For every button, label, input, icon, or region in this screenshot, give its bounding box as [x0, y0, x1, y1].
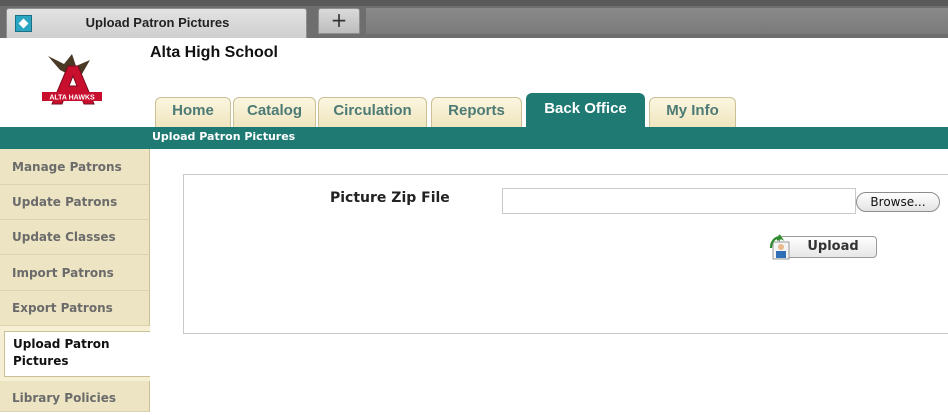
tab-reports[interactable]: Reports: [431, 97, 522, 127]
tab-strip-fill: [366, 8, 948, 34]
tab-circulation[interactable]: Circulation: [318, 97, 427, 127]
new-tab-button[interactable]: +: [318, 8, 360, 34]
sidebar-item-upload-patron-pictures[interactable]: Upload Patron Pictures: [4, 331, 150, 377]
svg-text:ALTA HAWKS: ALTA HAWKS: [49, 95, 95, 102]
school-name: Alta High School: [150, 44, 278, 61]
picture-zip-file-label: Picture Zip File: [330, 190, 450, 206]
tab-back-office[interactable]: Back Office: [526, 93, 645, 127]
upload-button-label: Upload: [779, 236, 877, 258]
sidebar-item-library-policies[interactable]: Library Policies: [0, 381, 150, 412]
tab-home[interactable]: Home: [155, 97, 231, 127]
browse-button[interactable]: Browse...: [856, 192, 940, 212]
tab-catalog[interactable]: Catalog: [233, 97, 316, 127]
sub-nav-upload-patron-pictures[interactable]: Upload Patron Pictures: [152, 130, 295, 143]
picture-zip-file-input[interactable]: [502, 188, 856, 214]
sidebar-item-label: Upload Patron Pictures: [13, 337, 110, 368]
sidebar-item-export-patrons[interactable]: Export Patrons: [0, 291, 150, 326]
school-logo: ALTA HAWKS: [42, 54, 102, 105]
browser-tab-title: Upload Patron Pictures: [85, 15, 230, 30]
sidebar-item-import-patrons[interactable]: Import Patrons: [0, 255, 150, 291]
sidebar-item-manage-patrons[interactable]: Manage Patrons: [0, 149, 150, 185]
browser-tab[interactable]: Upload Patron Pictures: [6, 8, 307, 38]
browser-tab-strip: Upload Patron Pictures +: [0, 0, 948, 38]
upload-button[interactable]: Upload: [767, 234, 879, 260]
sidebar-item-update-patrons[interactable]: Update Patrons: [0, 185, 150, 220]
sidebar-item-update-classes[interactable]: Update Classes: [0, 220, 150, 255]
tab-my-info[interactable]: My Info: [649, 97, 736, 127]
sub-navigation-bar: Upload Patron Pictures: [0, 127, 948, 149]
tab-strip-top: [0, 0, 948, 6]
upload-person-icon: [769, 234, 790, 260]
sidebar: Manage Patrons Update Patrons Update Cla…: [0, 149, 150, 412]
